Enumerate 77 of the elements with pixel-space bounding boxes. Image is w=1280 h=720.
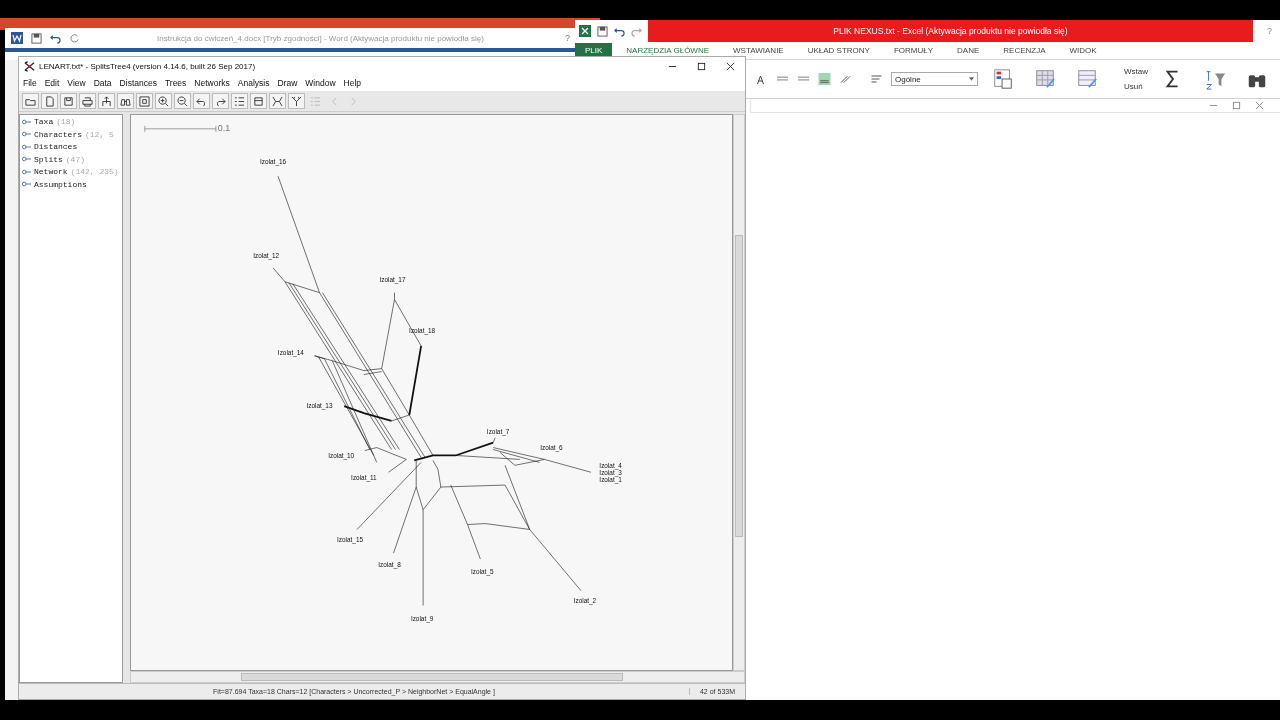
frame-icon[interactable] <box>136 93 153 109</box>
tree-item[interactable]: Splits <box>34 154 63 164</box>
zoom-in-icon[interactable] <box>155 93 172 109</box>
scale-label: 0.1 <box>217 123 231 134</box>
cross-icon[interactable] <box>269 93 286 109</box>
item-count: (47) <box>65 154 85 164</box>
tree-item[interactable]: Network <box>34 167 68 176</box>
menu-item[interactable]: File <box>23 78 37 88</box>
menu-item[interactable]: Data <box>93 78 112 88</box>
align-icon[interactable] <box>818 73 831 85</box>
print-icon[interactable] <box>79 93 96 109</box>
block-icon[interactable] <box>250 93 267 109</box>
tree-icon[interactable] <box>288 93 305 109</box>
undo-icon[interactable] <box>50 32 61 44</box>
help-button[interactable]: ? <box>1259 26 1280 36</box>
scrollbar[interactable] <box>733 114 745 671</box>
menu-item[interactable]: Analysis <box>237 78 270 88</box>
scrollbar[interactable] <box>130 671 745 683</box>
menu-item[interactable]: Trees <box>164 78 187 88</box>
zoom-out-icon[interactable] <box>174 93 191 109</box>
ribbon-tab[interactable]: DANE <box>947 43 990 58</box>
window-title: LENART.txt* - SplitsTree4 (version 4.14.6, built 26 Sep 2017) <box>39 61 257 71</box>
item-count: (18) <box>56 117 76 126</box>
ribbon-tab[interactable]: WIDOK <box>1059 43 1107 58</box>
excel-logo-icon <box>579 25 591 37</box>
help-button[interactable]: ? <box>561 33 574 43</box>
tree-node-icon[interactable] <box>22 168 31 175</box>
refresh-icon[interactable] <box>69 32 80 44</box>
window-title: Instrukcja do ćwiczeń_4.docx [Tryb zgodności] - Word (Aktywacja produktu nie powiodła się) <box>156 33 485 43</box>
ribbon-tab[interactable]: RECENZJA <box>993 43 1056 58</box>
tree-node-icon[interactable] <box>22 181 31 187</box>
tree-item[interactable]: Taxa <box>34 117 54 126</box>
undo-icon[interactable] <box>193 93 210 109</box>
binoculars-icon[interactable] <box>117 93 134 109</box>
undo-icon[interactable] <box>614 25 625 37</box>
insert-button[interactable]: Wstaw <box>1112 67 1148 76</box>
table-icon[interactable] <box>1034 68 1056 90</box>
dropdown-caret-icon[interactable] <box>969 77 974 81</box>
save-icon[interactable] <box>31 32 42 44</box>
page-icon[interactable] <box>41 93 58 109</box>
list-icon[interactable] <box>231 93 248 109</box>
close-icon[interactable] <box>726 61 735 71</box>
menu-item[interactable]: Window <box>305 78 336 88</box>
menu-item[interactable]: Networks <box>194 78 230 88</box>
ribbon-tab[interactable]: FORMUŁY <box>883 43 944 58</box>
tree-node-icon[interactable] <box>22 131 31 137</box>
item-count: (12, 5 <box>85 129 114 139</box>
redo-icon[interactable] <box>212 93 229 109</box>
tree-item[interactable]: Distances <box>34 142 78 151</box>
tree-item[interactable]: Characters <box>34 129 82 139</box>
menu-item[interactable]: Draw <box>277 78 298 88</box>
menu-item[interactable]: View <box>67 78 86 88</box>
export-icon[interactable] <box>98 93 115 109</box>
table-icon[interactable] <box>1076 68 1098 90</box>
number-format-dropdown[interactable]: Ogólne <box>891 72 978 86</box>
ribbon-tab[interactable]: WSTAWIANIE <box>723 43 794 58</box>
save-icon[interactable] <box>60 93 77 109</box>
ribbon-tab[interactable]: UKŁAD STRONY <box>797 43 880 58</box>
ribbon-tab[interactable]: NARZĘDZIA GŁÓWNE <box>616 43 720 58</box>
tree-node-icon[interactable] <box>22 156 31 162</box>
tree-item[interactable]: Assumptions <box>34 179 87 189</box>
maximize-icon[interactable] <box>697 61 706 71</box>
save-icon[interactable] <box>597 25 608 37</box>
word-logo-icon <box>11 32 23 44</box>
window-title: PLIK NEXUS.txt - Excel (Aktywacja produktu nie powiodła się) <box>833 26 1068 36</box>
orientation-icon[interactable] <box>839 73 852 85</box>
table-icon[interactable] <box>992 68 1014 90</box>
delete-button[interactable]: Usuń <box>1112 82 1148 91</box>
menu-item[interactable]: Distances <box>119 78 157 88</box>
menu-item[interactable]: Edit <box>44 78 60 88</box>
item-count: (142, 235) <box>70 167 119 176</box>
tree-node-icon[interactable] <box>22 118 31 125</box>
app-logo-icon <box>24 60 35 72</box>
sort-icon[interactable] <box>1204 68 1226 90</box>
tree-node-icon[interactable] <box>22 143 31 150</box>
folder-icon[interactable] <box>22 93 39 109</box>
menu-item[interactable]: Help <box>343 78 361 88</box>
